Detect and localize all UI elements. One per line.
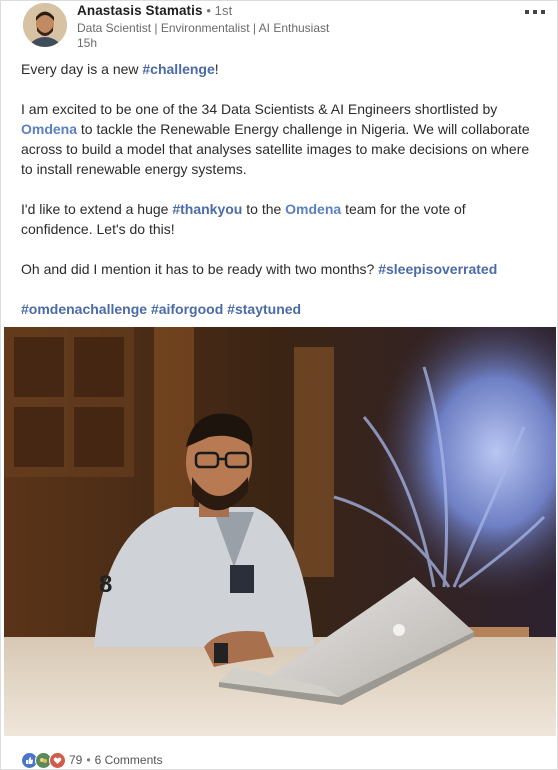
post-paragraph: Oh and did I mention it has to be ready …: [21, 259, 537, 279]
post-photo[interactable]: 8: [4, 327, 556, 736]
post-paragraph: I'd like to extend a huge #thankyou to t…: [21, 199, 537, 239]
comments-count[interactable]: 6 Comments: [95, 753, 163, 767]
more-options-icon[interactable]: [525, 5, 551, 20]
hashtag-aiforgood[interactable]: #aiforgood: [151, 301, 223, 317]
social-counts[interactable]: 79 • 6 Comments: [21, 751, 163, 769]
author-avatar[interactable]: [23, 3, 67, 47]
reaction-count[interactable]: 79: [69, 753, 82, 767]
text-segment: Oh and did I mention it has to be ready …: [21, 261, 379, 277]
post-paragraph: I am excited to be one of the 34 Data Sc…: [21, 99, 537, 179]
author-headline: Data Scientist | Environmentalist | AI E…: [77, 21, 330, 35]
post-paragraph: #omdenachallenge #aiforgood #staytuned: [21, 299, 537, 319]
hashtag-omdenachallenge[interactable]: #omdenachallenge: [21, 301, 147, 317]
text-segment: to tackle the Renewable Energy challenge…: [21, 121, 530, 177]
svg-text:8: 8: [99, 571, 112, 598]
text-segment: I'd like to extend a huge: [21, 201, 173, 217]
mention-omdena[interactable]: Omdena: [285, 201, 341, 217]
author-name[interactable]: Anastasis Stamatis: [77, 3, 203, 18]
connection-degree: • 1st: [202, 3, 233, 18]
post-timestamp: 15h: [77, 36, 98, 50]
hashtag-staytuned[interactable]: #staytuned: [227, 301, 301, 317]
text-segment: !: [214, 61, 219, 77]
post-card: Anastasis Stamatis • 1st Data Scientist …: [0, 0, 558, 770]
hashtag-sleepisoverrated[interactable]: #sleepisoverrated: [378, 261, 497, 277]
text-segment: Every day is a new: [21, 61, 143, 77]
footer-separator: •: [86, 753, 91, 767]
author-name-line[interactable]: Anastasis Stamatis • 1st: [77, 3, 232, 18]
text-segment: to the: [242, 201, 286, 217]
mention-omdena[interactable]: Omdena: [21, 121, 77, 137]
post-paragraph: Every day is a new #challenge!: [21, 59, 537, 79]
reaction-icons[interactable]: [21, 751, 66, 769]
hashtag-thankyou[interactable]: #thankyou: [172, 201, 242, 217]
hashtag-challenge[interactable]: #challenge: [142, 61, 214, 77]
love-reaction-icon: [49, 751, 66, 769]
text-segment: I am excited to be one of the 34 Data Sc…: [21, 101, 498, 117]
post-text: Every day is a new #challenge! I am exci…: [21, 59, 537, 339]
